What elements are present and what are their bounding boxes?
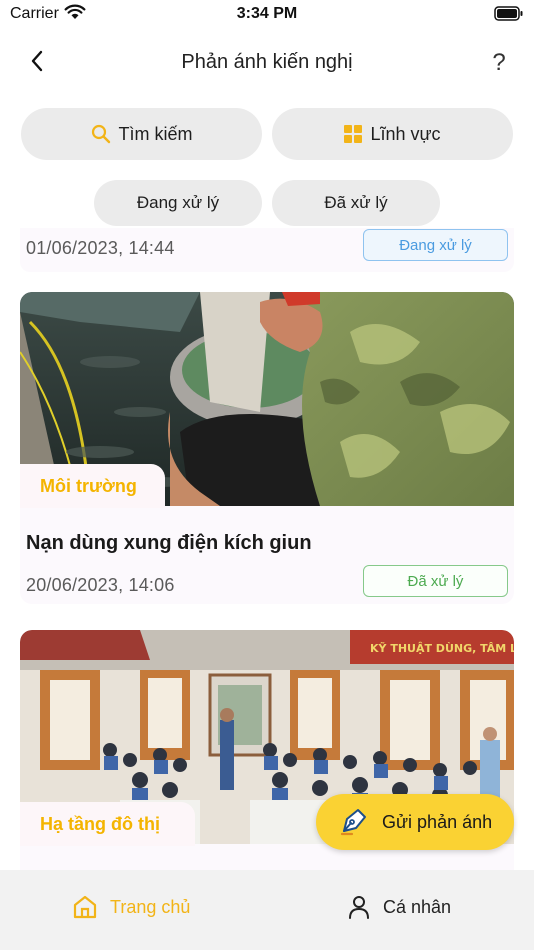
send-feedback-button[interactable]: Gửi phản ánh [316,794,514,850]
tab-home[interactable]: Trang chủ [72,894,190,920]
tab-home-label: Trang chủ [110,896,191,917]
nav-bar: Phản ánh kiến nghị ? [0,40,534,86]
status-bar: Carrier 3:34 PM [0,0,534,30]
feed-list: 01/06/2023, 14:44 Đang xử lý Môi trường … [0,228,534,870]
field-filter-label: Lĩnh vực [370,123,441,144]
card-date: 01/06/2023, 14:44 [26,238,175,258]
search-button[interactable]: Tìm kiếm [21,108,262,160]
grid-icon [344,125,363,143]
status-badge: Đã xử lý [363,565,508,597]
category-tag: Hạ tầng đô thị [20,802,195,846]
help-button[interactable]: ? [484,46,514,80]
done-filter-button[interactable]: Đã xử lý [272,180,440,226]
home-icon [72,894,98,920]
banner-text: KỸ THUẬT DÙNG, TÂM LÝ [370,642,514,655]
card-date: 20/06/2023, 14:06 [26,575,175,595]
tab-profile-label: Cá nhân [383,896,452,917]
tab-bar: Trang chủ Cá nhân [0,870,534,950]
feed-card[interactable]: 01/06/2023, 14:44 Đang xử lý [20,228,514,272]
field-filter-button[interactable]: Lĩnh vực [272,108,513,160]
processing-filter-button[interactable]: Đang xử lý [94,180,262,226]
tab-profile[interactable]: Cá nhân [347,894,451,920]
feed-card[interactable]: Môi trường Nạn dùng xung điện kích giun … [20,292,514,604]
send-feedback-label: Gửi phản ánh [382,811,493,832]
search-button-label: Tìm kiếm [118,123,193,144]
search-icon [91,124,111,144]
page-title: Phản ánh kiến nghị [181,51,353,73]
category-tag: Môi trường [20,464,165,508]
person-icon [347,894,371,920]
card-title: Nạn dùng xung điện kích giun [26,532,312,554]
status-time: 3:34 PM [236,5,298,22]
battery-icon [494,6,524,27]
status-badge: Đang xử lý [363,229,508,261]
pen-icon [338,807,368,837]
